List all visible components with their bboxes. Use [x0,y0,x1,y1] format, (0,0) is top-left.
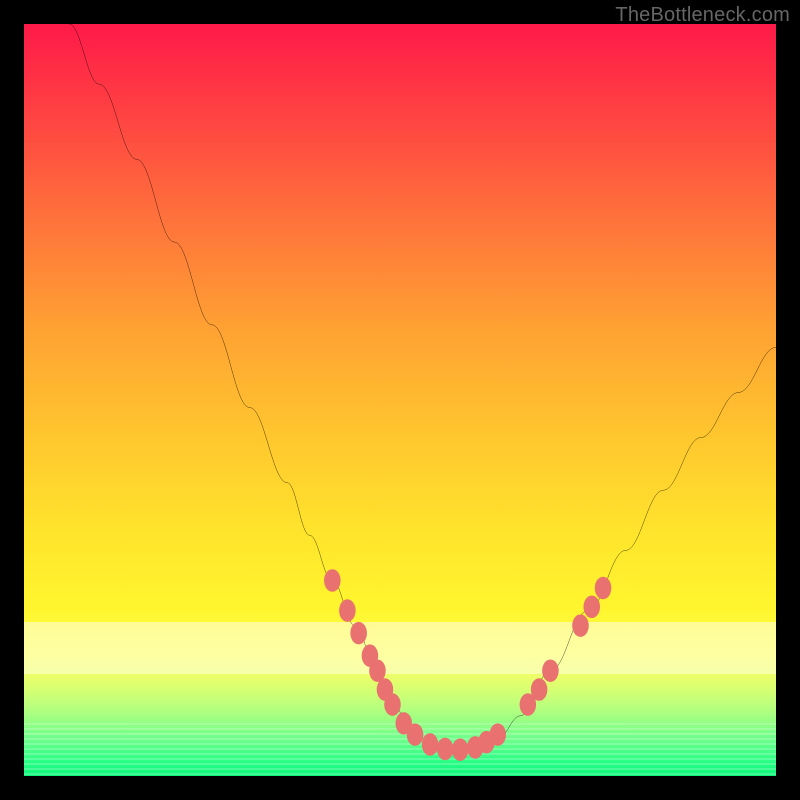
marker-dot [350,622,367,645]
highlighted-points [324,569,611,761]
chart-plot-area [24,24,776,776]
marker-dot [324,569,341,592]
marker-dot [339,599,356,622]
marker-dot [452,738,469,761]
bottleneck-curve [69,24,776,750]
marker-dot [384,693,401,716]
marker-dot [542,659,559,682]
marker-dot [595,577,612,600]
chart-svg [24,24,776,776]
marker-dot [531,678,548,701]
marker-dot [422,733,439,756]
marker-dot [572,614,589,637]
marker-dot [583,596,600,619]
marker-dot [437,738,454,761]
marker-dot [407,723,424,746]
marker-dot [489,723,506,746]
